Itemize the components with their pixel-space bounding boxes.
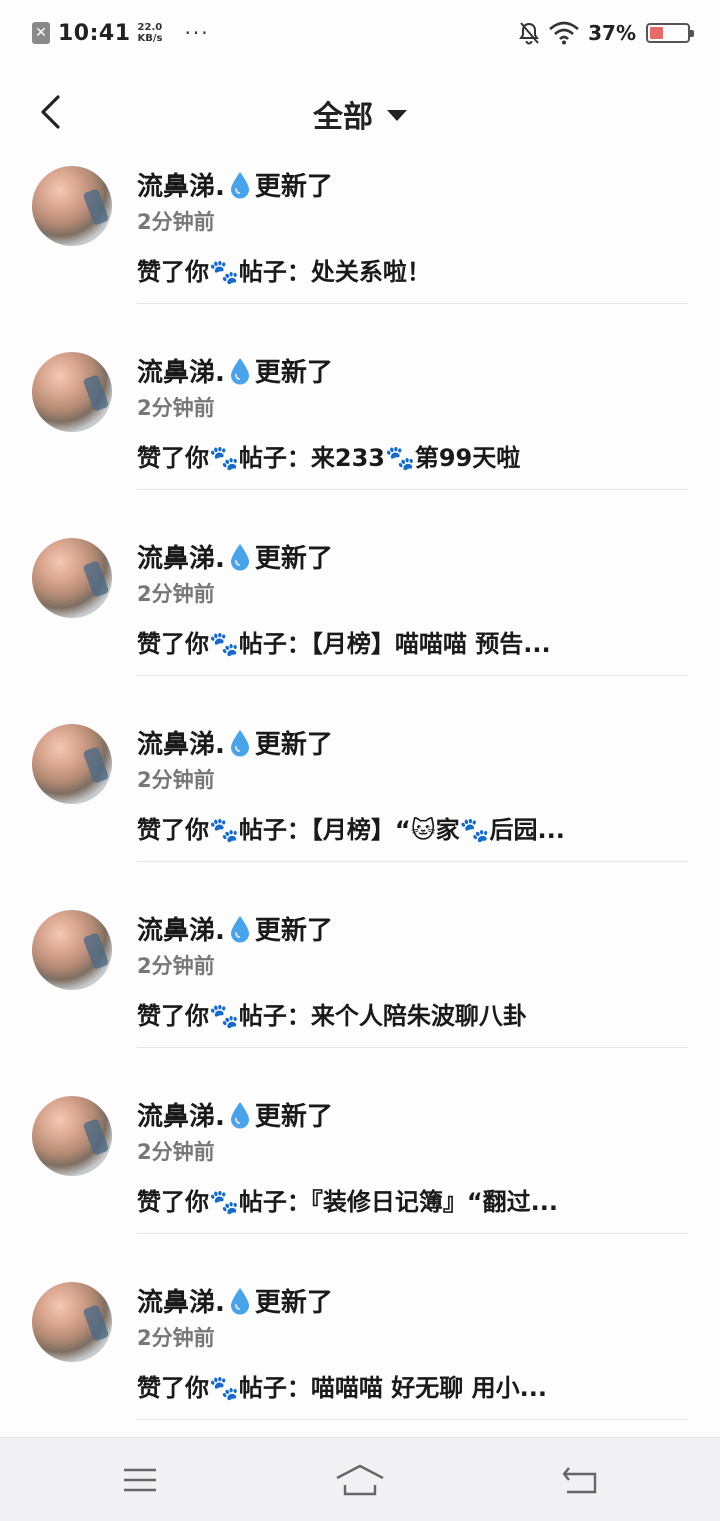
user-name[interactable]: 流鼻涕. — [137, 1096, 225, 1133]
update-suffix: 更新了 — [254, 730, 333, 760]
bell-off-icon — [519, 22, 539, 45]
notification-title: 流鼻涕. 更新了 — [137, 538, 333, 575]
user-name[interactable]: 流鼻涕. — [137, 910, 225, 947]
notification-item[interactable]: 流鼻涕. 更新了 2分钟前赞了你🐾帖子：来233🐾第99天啦 — [0, 346, 720, 532]
user-name[interactable]: 流鼻涕. — [137, 538, 225, 575]
avatar[interactable] — [32, 1096, 112, 1176]
timestamp: 2分钟前 — [137, 210, 215, 234]
notification-list: 流鼻涕. 更新了 2分钟前 赞了你🐾帖子：处关系啦！ 流鼻涕. 更新了 2分钟前 赞了你🐾帖子… — [0, 160, 720, 1462]
notification-item[interactable]: 流鼻涕. 更新了 2分钟前赞了你🐾帖子：喵喵喵 好无聊 用小... — [0, 1276, 720, 1462]
notification-action-text[interactable]: 赞了你🐾帖子：【月榜】“🐱家🐾后园... — [137, 810, 697, 845]
notification-action-text[interactable]: 赞了你🐾帖子：【月榜】喵喵喵 预告... — [137, 624, 697, 659]
timestamp: 2分钟前 — [137, 768, 215, 792]
timestamp: 2分钟前 — [137, 1326, 215, 1350]
update-suffix: 更新了 — [254, 172, 333, 202]
menu-icon — [124, 1468, 156, 1492]
header: 全部 — [0, 70, 720, 160]
water-drop-icon — [230, 171, 249, 198]
divider — [137, 489, 688, 490]
net-speed: 22.0 KB/s — [138, 22, 163, 44]
timestamp: 2分钟前 — [137, 582, 215, 606]
update-suffix: 更新了 — [254, 544, 333, 574]
divider — [137, 1419, 688, 1420]
home-button[interactable] — [330, 1456, 390, 1504]
back-icon — [562, 1467, 597, 1494]
net-speed-unit: KB/s — [137, 33, 163, 44]
caret-down-icon — [387, 109, 407, 121]
page-title: 全部 — [313, 100, 373, 135]
notification-action-text[interactable]: 赞了你🐾帖子：『装修日记簿』“翻过... — [137, 1182, 697, 1217]
timestamp: 2分钟前 — [137, 1140, 215, 1164]
notification-title: 流鼻涕. 更新了 — [137, 1282, 333, 1319]
update-suffix: 更新了 — [254, 358, 333, 388]
user-name[interactable]: 流鼻涕. — [137, 1282, 225, 1319]
divider — [137, 861, 688, 862]
notification-item[interactable]: 流鼻涕. 更新了 2分钟前赞了你🐾帖子：处关系啦！ — [0, 160, 720, 346]
notification-title: 流鼻涕. 更新了 — [137, 724, 333, 761]
avatar[interactable] — [32, 166, 112, 246]
divider — [137, 1233, 688, 1234]
update-suffix: 更新了 — [254, 1288, 333, 1318]
notification-title: 流鼻涕. 更新了 — [137, 910, 333, 947]
timestamp: 2分钟前 — [137, 954, 215, 978]
status-bar: ✕ 10:41 22.0 KB/s ··· 37% — [0, 0, 720, 66]
notification-title: 流鼻涕. 更新了 — [137, 352, 333, 389]
net-speed-value: 22.0 — [137, 22, 163, 33]
battery-icon — [646, 23, 694, 43]
divider — [137, 303, 688, 304]
status-time: 10:41 — [58, 20, 131, 46]
more-notifications-icon: ··· — [184, 21, 210, 45]
home-icon — [336, 1464, 384, 1496]
user-name[interactable]: 流鼻涕. — [137, 352, 225, 389]
notification-action-text[interactable]: 赞了你🐾帖子：处关系啦！ — [137, 252, 697, 287]
update-suffix: 更新了 — [254, 916, 333, 946]
notification-action-text[interactable]: 赞了你🐾帖子：来233🐾第99天啦 — [137, 438, 697, 473]
divider — [137, 675, 688, 676]
water-drop-icon — [230, 729, 249, 756]
user-name[interactable]: 流鼻涕. — [137, 724, 225, 761]
water-drop-icon — [230, 1287, 249, 1314]
notification-title: 流鼻涕. 更新了 — [137, 1096, 333, 1133]
avatar[interactable] — [32, 910, 112, 990]
menu-button[interactable] — [116, 1456, 164, 1504]
wifi-icon — [549, 21, 579, 45]
notification-action-text[interactable]: 赞了你🐾帖子：来个人陪朱波聊八卦 — [137, 996, 697, 1031]
avatar[interactable] — [32, 352, 112, 432]
system-back-button[interactable] — [556, 1456, 604, 1504]
battery-percent: 37% — [588, 21, 636, 45]
user-name[interactable]: 流鼻涕. — [137, 166, 225, 203]
notification-item[interactable]: 流鼻涕. 更新了 2分钟前赞了你🐾帖子：『装修日记簿』“翻过... — [0, 1090, 720, 1276]
divider — [137, 1047, 688, 1048]
notification-item[interactable]: 流鼻涕. 更新了 2分钟前赞了你🐾帖子：来个人陪朱波聊八卦 — [0, 904, 720, 1090]
sim-card-x-icon: ✕ — [32, 22, 50, 44]
update-suffix: 更新了 — [254, 1102, 333, 1132]
avatar[interactable] — [32, 724, 112, 804]
filter-dropdown[interactable]: 全部 — [0, 92, 720, 136]
water-drop-icon — [230, 915, 249, 942]
notification-item[interactable]: 流鼻涕. 更新了 2分钟前赞了你🐾帖子：【月榜】喵喵喵 预告... — [0, 532, 720, 718]
water-drop-icon — [230, 1101, 249, 1128]
avatar[interactable] — [32, 1282, 112, 1362]
avatar[interactable] — [32, 538, 112, 618]
status-left: ✕ 10:41 22.0 KB/s ··· — [32, 18, 210, 48]
notification-title: 流鼻涕. 更新了 — [137, 166, 333, 203]
water-drop-icon — [230, 543, 249, 570]
notification-action-text[interactable]: 赞了你🐾帖子：喵喵喵 好无聊 用小... — [137, 1368, 697, 1403]
notification-item[interactable]: 流鼻涕. 更新了 2分钟前赞了你🐾帖子：【月榜】“🐱家🐾后园... — [0, 718, 720, 904]
timestamp: 2分钟前 — [137, 396, 215, 420]
system-nav-bar — [0, 1437, 720, 1521]
water-drop-icon — [230, 357, 249, 384]
status-right: 37% — [518, 18, 694, 48]
battery-level — [650, 27, 664, 39]
